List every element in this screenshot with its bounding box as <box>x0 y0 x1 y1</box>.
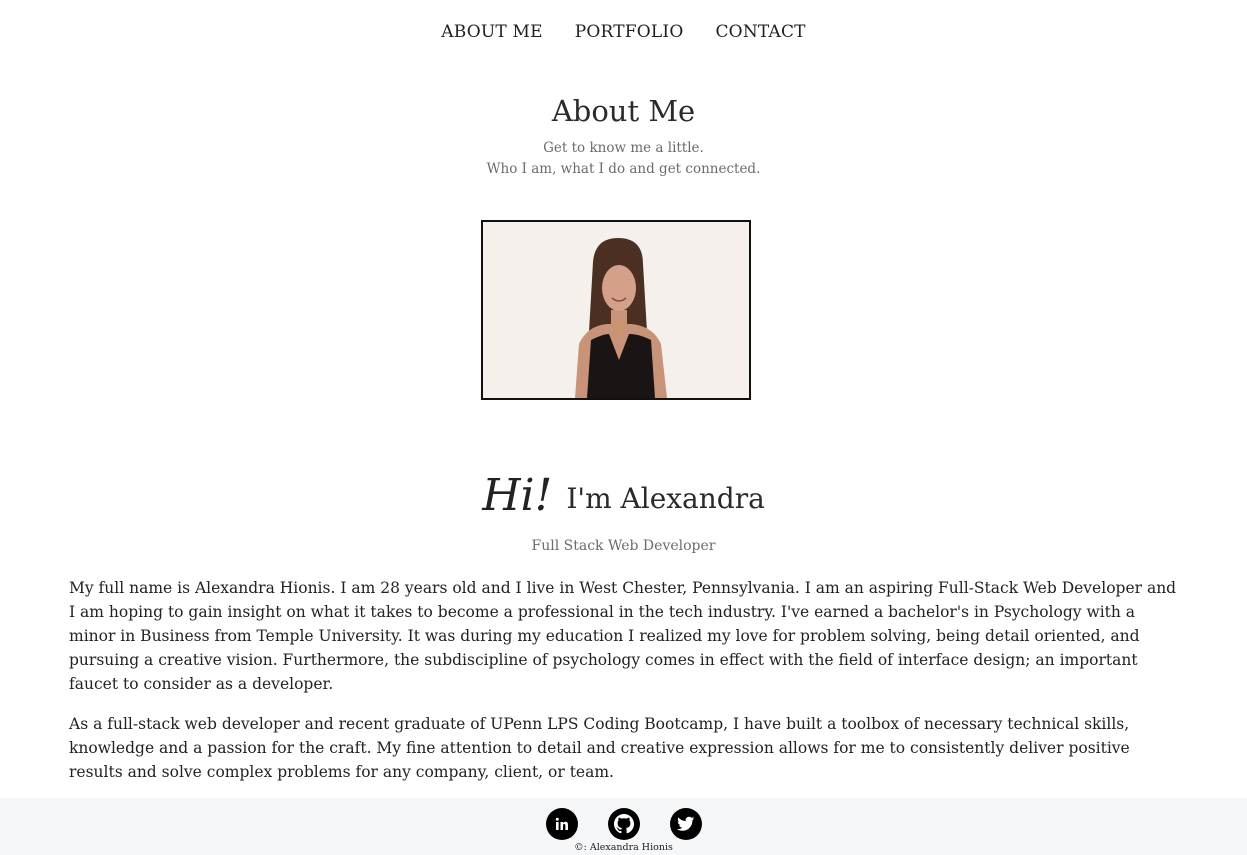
nav-contact-link[interactable]: CONTACT <box>715 22 805 42</box>
hi-script-text: Hi! <box>482 470 553 521</box>
greeting-heading: Hi! I'm Alexandra <box>0 474 1247 518</box>
github-icon[interactable] <box>607 808 640 840</box>
profile-photo-illustration <box>483 222 749 398</box>
social-links <box>0 808 1247 840</box>
linkedin-icon[interactable] <box>545 808 578 840</box>
greeting-name: I'm Alexandra <box>566 482 765 516</box>
nav-about-me-link[interactable]: ABOUT ME <box>441 22 543 42</box>
page-footer: ©: Alexandra Hionis <box>0 798 1247 855</box>
bio-paragraph-1: My full name is Alexandra Hionis. I am 2… <box>69 579 1177 693</box>
page-title: About Me <box>551 94 696 128</box>
job-title: Full Stack Web Developer <box>531 538 716 554</box>
page-subtitle-line-2: Who I am, what I do and get connected. <box>486 161 761 177</box>
nav-portfolio-link[interactable]: PORTFOLIO <box>575 22 684 42</box>
about-page: ABOUT ME PORTFOLIO CONTACT About Me Get … <box>0 0 1247 855</box>
bio-paragraph-2: As a full-stack web developer and recent… <box>69 715 1130 781</box>
profile-photo <box>481 220 751 400</box>
twitter-icon[interactable] <box>669 808 702 840</box>
top-nav: ABOUT ME PORTFOLIO CONTACT <box>0 22 1247 42</box>
page-subtitle-line-1: Get to know me a little. <box>543 140 704 156</box>
copyright-text: ©: Alexandra Hionis <box>574 842 673 853</box>
